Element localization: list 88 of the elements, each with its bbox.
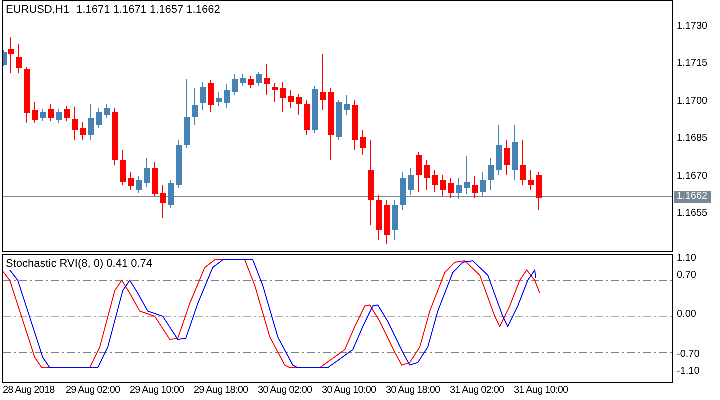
candlestick xyxy=(504,140,510,176)
candlestick xyxy=(176,140,182,188)
candlestick xyxy=(104,104,110,118)
candlestick xyxy=(464,156,470,194)
candlestick xyxy=(320,54,326,110)
time-axis-label: 28 Aug 2018 xyxy=(3,386,55,396)
candlestick xyxy=(88,104,94,140)
candlestick xyxy=(24,66,30,124)
time-axis-label: 31 Aug 02:00 xyxy=(450,386,504,396)
candlestick xyxy=(384,200,390,244)
candlestick xyxy=(240,74,246,86)
candlestick xyxy=(96,108,102,128)
candlestick xyxy=(72,106,78,140)
time-axis-label: 29 Aug 10:00 xyxy=(130,386,184,396)
candlestick xyxy=(184,78,190,148)
candlestick xyxy=(16,44,22,74)
price-axis-label: 1.1670 xyxy=(677,172,708,182)
candlestick xyxy=(256,72,262,86)
price-axis-label: 1.1700 xyxy=(677,97,708,107)
candlestick xyxy=(336,100,342,140)
candlestick xyxy=(200,82,206,110)
candlestick xyxy=(144,158,150,188)
candlestick xyxy=(216,92,222,106)
candlestick xyxy=(392,200,398,240)
time-axis-label: 30 Aug 18:00 xyxy=(386,386,440,396)
candlestick xyxy=(296,94,302,116)
indicator-axis-label: 1.10 xyxy=(677,254,696,264)
candlestick xyxy=(136,176,142,194)
candlestick xyxy=(160,184,166,218)
candlestick xyxy=(536,172,542,210)
candlestick xyxy=(128,172,134,190)
symbol-label: EURUSD,H1 xyxy=(6,5,70,16)
candlestick xyxy=(352,100,358,150)
indicator-axis-label: -1.10 xyxy=(677,367,700,377)
price-axis-label: 1.1655 xyxy=(677,209,708,219)
indicator-label: Stochastic RVI(8, 0) 0.41 0.74 xyxy=(6,259,153,270)
candlestick xyxy=(440,174,446,196)
candlestick xyxy=(232,74,238,96)
candlestick xyxy=(288,90,294,108)
price-axis-label: 1.1685 xyxy=(677,134,708,144)
price-axis-label: 1.1730 xyxy=(677,22,708,32)
candlestick xyxy=(168,180,174,208)
candlestick xyxy=(312,86,318,134)
indicator-axis-label: 0.00 xyxy=(677,310,696,320)
candlestick xyxy=(512,124,518,180)
candlestick xyxy=(480,172,486,196)
time-axis-label: 31 Aug 10:00 xyxy=(514,386,568,396)
candlestick xyxy=(80,122,86,140)
candlestick xyxy=(456,178,462,200)
ohlc-values: 1.1671 1.1671 1.1657 1.1662 xyxy=(76,5,220,16)
candlestick xyxy=(528,170,534,190)
candlestick xyxy=(192,88,198,126)
candlestick xyxy=(272,82,278,102)
candlestick xyxy=(496,124,502,176)
candlestick xyxy=(432,170,438,192)
current-price-badge: 1.1662 xyxy=(674,191,711,203)
candlestick xyxy=(376,194,382,240)
indicator-axis-label: 0.70 xyxy=(677,271,696,281)
candlestick xyxy=(120,150,126,186)
candlestick xyxy=(472,176,478,198)
candlestick xyxy=(48,104,54,122)
time-axis-label: 29 Aug 02:00 xyxy=(66,386,120,396)
indicator-axis-label: -0.70 xyxy=(677,350,700,360)
candlestick xyxy=(152,162,158,196)
candlestick xyxy=(448,178,454,198)
candlestick xyxy=(424,160,430,190)
candlestick xyxy=(280,82,286,112)
time-axis-label: 30 Aug 10:00 xyxy=(322,386,376,396)
candlestick xyxy=(248,76,254,88)
candlestick xyxy=(416,152,422,192)
candlestick xyxy=(112,108,118,166)
candlestick xyxy=(344,94,350,116)
candlestick xyxy=(400,172,406,210)
candlestick xyxy=(520,140,526,186)
candlestick xyxy=(264,64,270,96)
candlestick xyxy=(488,158,494,190)
price-axis-label: 1.1715 xyxy=(677,59,708,69)
candlestick xyxy=(40,108,46,122)
candlestick xyxy=(64,106,70,122)
time-axis-label: 29 Aug 18:00 xyxy=(194,386,248,396)
candlestick xyxy=(56,108,62,124)
candlestick xyxy=(408,168,414,196)
candlestick xyxy=(32,102,38,124)
candlestick xyxy=(360,130,366,156)
candlestick xyxy=(208,80,214,112)
candlestick xyxy=(224,84,230,108)
time-axis-label: 30 Aug 02:00 xyxy=(258,386,312,396)
candlestick xyxy=(304,100,310,136)
